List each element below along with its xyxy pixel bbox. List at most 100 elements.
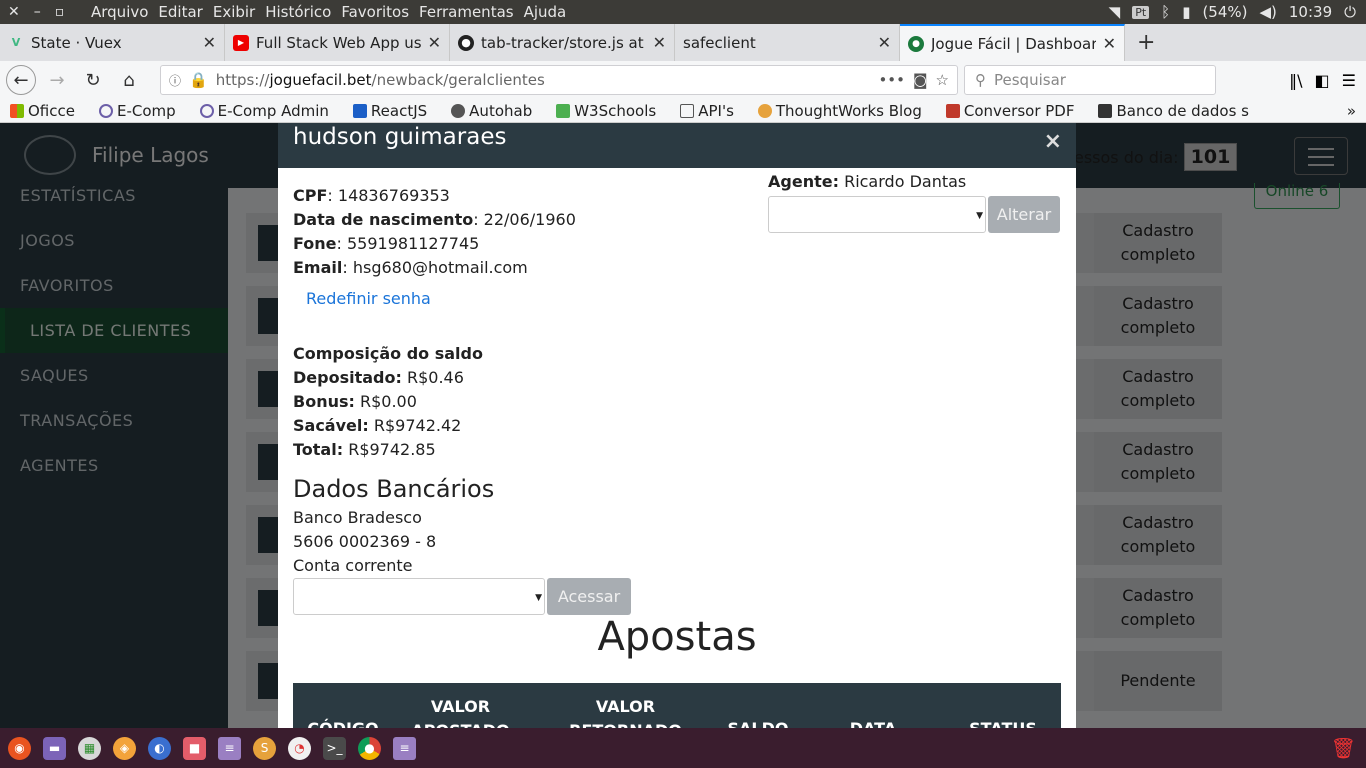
- bets-table-header: CÓDIGO VALOR APOSTADO VALOR RETORNADO SA…: [293, 683, 1061, 728]
- menu-favoritos[interactable]: Favoritos: [336, 0, 414, 24]
- close-tab-icon[interactable]: ✕: [203, 33, 216, 52]
- bank-account: 5606 0002369 - 8: [293, 532, 437, 551]
- reload-icon[interactable]: ↻: [78, 65, 108, 95]
- back-arrow-icon[interactable]: ←: [6, 65, 36, 95]
- col-codigo: CÓDIGO: [293, 717, 393, 728]
- spreadsheet-icon[interactable]: ▦: [78, 736, 101, 760]
- col-data: DATA: [823, 717, 923, 728]
- image-viewer-icon[interactable]: ◈: [113, 736, 136, 760]
- agent-line: Agente: Ricardo Dantas: [768, 172, 967, 191]
- close-tab-icon[interactable]: ✕: [428, 33, 441, 52]
- taskbar: ◉ ▬ ▦ ◈ ◐ ■ ≡ S ◔ >_ ● ≡ 🗑: [0, 728, 1366, 768]
- tab-vuex[interactable]: V State · Vuex ✕: [0, 24, 225, 61]
- client-modal: hudson guimaraes × Agente: Ricardo Danta…: [278, 123, 1076, 728]
- menu-editar[interactable]: Editar: [153, 0, 207, 24]
- email-line: Email: hsg680@hotmail.com: [293, 258, 528, 277]
- tab-safeclient[interactable]: safeclient ✕: [675, 24, 900, 61]
- battery-icon[interactable]: ▮: [1182, 3, 1190, 21]
- bookmark-conversor-pdf[interactable]: Conversor PDF: [945, 102, 1074, 120]
- minimize-window-icon[interactable]: –: [34, 4, 41, 20]
- clock[interactable]: 10:39: [1289, 3, 1332, 21]
- maximize-window-icon[interactable]: ▫: [55, 4, 65, 20]
- info-icon[interactable]: ⓘ: [169, 72, 181, 89]
- bookmark-ecomp-admin[interactable]: E-Comp Admin: [199, 102, 329, 120]
- menu-ferramentas[interactable]: Ferramentas: [414, 0, 519, 24]
- firefox-icon[interactable]: ◐: [148, 736, 171, 760]
- alterar-button[interactable]: Alterar: [988, 196, 1060, 233]
- document-icon[interactable]: ≡: [218, 736, 241, 760]
- lock-icon: 🔒: [189, 71, 208, 89]
- col-valor-retornado: VALOR RETORNADO: [569, 697, 682, 728]
- agent-select[interactable]: ▼: [768, 196, 986, 233]
- system-tray: ◥ Pt ᛒ ▮ (54%) ◀) 10:39 ⏻: [1109, 3, 1366, 21]
- sublime-icon[interactable]: S: [253, 736, 276, 760]
- tab-title: tab-tracker/store.js at m: [481, 33, 646, 52]
- ubuntu-icon[interactable]: ◉: [8, 736, 31, 760]
- agent-name: Ricardo Dantas: [838, 172, 967, 191]
- files-icon[interactable]: ▬: [43, 736, 66, 760]
- search-box[interactable]: ⚲ Pesquisar: [964, 65, 1216, 95]
- tab-github[interactable]: ● tab-tracker/store.js at m ✕: [450, 24, 675, 61]
- sidebar-toggle-icon[interactable]: ◧: [1315, 71, 1330, 90]
- new-tab-icon[interactable]: +: [1125, 24, 1167, 61]
- bookmarks-overflow-icon[interactable]: »: [1347, 102, 1366, 120]
- reset-password-link[interactable]: Redefinir senha: [293, 287, 1061, 311]
- tab-title: safeclient: [683, 33, 756, 52]
- wifi-icon[interactable]: ◥: [1109, 3, 1121, 21]
- keyboard-layout-badge[interactable]: Pt: [1132, 5, 1150, 19]
- total-line: Total: R$9742.85: [293, 440, 436, 459]
- forward-arrow-icon[interactable]: →: [42, 65, 72, 95]
- bookmark-star-icon[interactable]: ☆: [936, 71, 949, 89]
- modal-header: hudson guimaraes ×: [278, 123, 1076, 168]
- chrome-icon[interactable]: ●: [358, 736, 381, 760]
- chart-app-icon[interactable]: ◔: [288, 736, 311, 760]
- window-controls: ✕ – ▫: [0, 4, 86, 20]
- bluetooth-icon[interactable]: ᛒ: [1161, 3, 1170, 21]
- bookmark-oficce[interactable]: Oficce: [10, 102, 75, 120]
- close-tab-icon[interactable]: ✕: [1103, 34, 1116, 53]
- text-editor-icon[interactable]: ≡: [393, 736, 416, 760]
- library-icon[interactable]: ‖\: [1289, 71, 1302, 90]
- menu-historico[interactable]: Histórico: [260, 0, 336, 24]
- close-tab-icon[interactable]: ✕: [653, 33, 666, 52]
- tab-youtube[interactable]: ▶ Full Stack Web App usi ✕: [225, 24, 450, 61]
- bookmark-autohab[interactable]: Autohab: [451, 102, 532, 120]
- search-placeholder: Pesquisar: [994, 71, 1066, 89]
- access-select[interactable]: ▼: [293, 578, 545, 615]
- url-bar[interactable]: ⓘ 🔒 https://joguefacil.bet/newback/geral…: [160, 65, 958, 95]
- tab-title: Jogue Fácil | Dashboard: [931, 34, 1096, 53]
- tab-joguefacil[interactable]: ● Jogue Fácil | Dashboard ✕: [900, 24, 1125, 61]
- chevron-down-icon: ▼: [976, 211, 983, 221]
- app-red-icon[interactable]: ■: [183, 736, 206, 760]
- pocket-icon[interactable]: ◙: [913, 71, 928, 89]
- more-actions-icon[interactable]: •••: [878, 71, 905, 89]
- trash-icon[interactable]: 🗑: [1331, 736, 1356, 760]
- bookmark-reactjs[interactable]: ReactJS: [352, 102, 427, 120]
- app-menu: Arquivo Editar Exibir Histórico Favorito…: [86, 0, 571, 24]
- modal-body: Agente: Ricardo Dantas ▼ Alterar CPF: 14…: [278, 168, 1076, 669]
- close-window-icon[interactable]: ✕: [8, 4, 20, 20]
- bookmark-thoughtworks[interactable]: ThoughtWorks Blog: [757, 102, 922, 120]
- access-row: ▼ Acessar: [293, 578, 1061, 615]
- bookmark-apis[interactable]: API's: [680, 102, 734, 120]
- bookmark-ecomp[interactable]: E-Comp: [98, 102, 176, 120]
- terminal-icon[interactable]: >_: [323, 736, 346, 760]
- bookmark-w3schools[interactable]: W3Schools: [556, 102, 656, 120]
- youtube-icon: ▶: [233, 34, 249, 51]
- menu-ajuda[interactable]: Ajuda: [519, 0, 572, 24]
- home-icon[interactable]: ⌂: [114, 65, 144, 95]
- url-text[interactable]: https://joguefacil.bet/newback/geralclie…: [216, 71, 871, 89]
- close-icon[interactable]: ×: [1044, 129, 1062, 154]
- menu-exibir[interactable]: Exibir: [208, 0, 260, 24]
- hamburger-menu-icon[interactable]: ☰: [1342, 71, 1356, 90]
- bank-name: Banco Bradesco: [293, 508, 422, 527]
- tab-title: State · Vuex: [31, 33, 122, 52]
- volume-icon[interactable]: ◀): [1260, 3, 1277, 21]
- acessar-button[interactable]: Acessar: [547, 578, 631, 615]
- menu-arquivo[interactable]: Arquivo: [86, 0, 153, 24]
- power-icon[interactable]: ⏻: [1344, 3, 1356, 21]
- bookmark-banco-dados[interactable]: Banco de dados s: [1098, 102, 1249, 120]
- saldo-title: Composição do saldo: [293, 344, 483, 363]
- col-valor-apostado: VALOR APOSTADO: [411, 697, 509, 728]
- close-tab-icon[interactable]: ✕: [878, 33, 891, 52]
